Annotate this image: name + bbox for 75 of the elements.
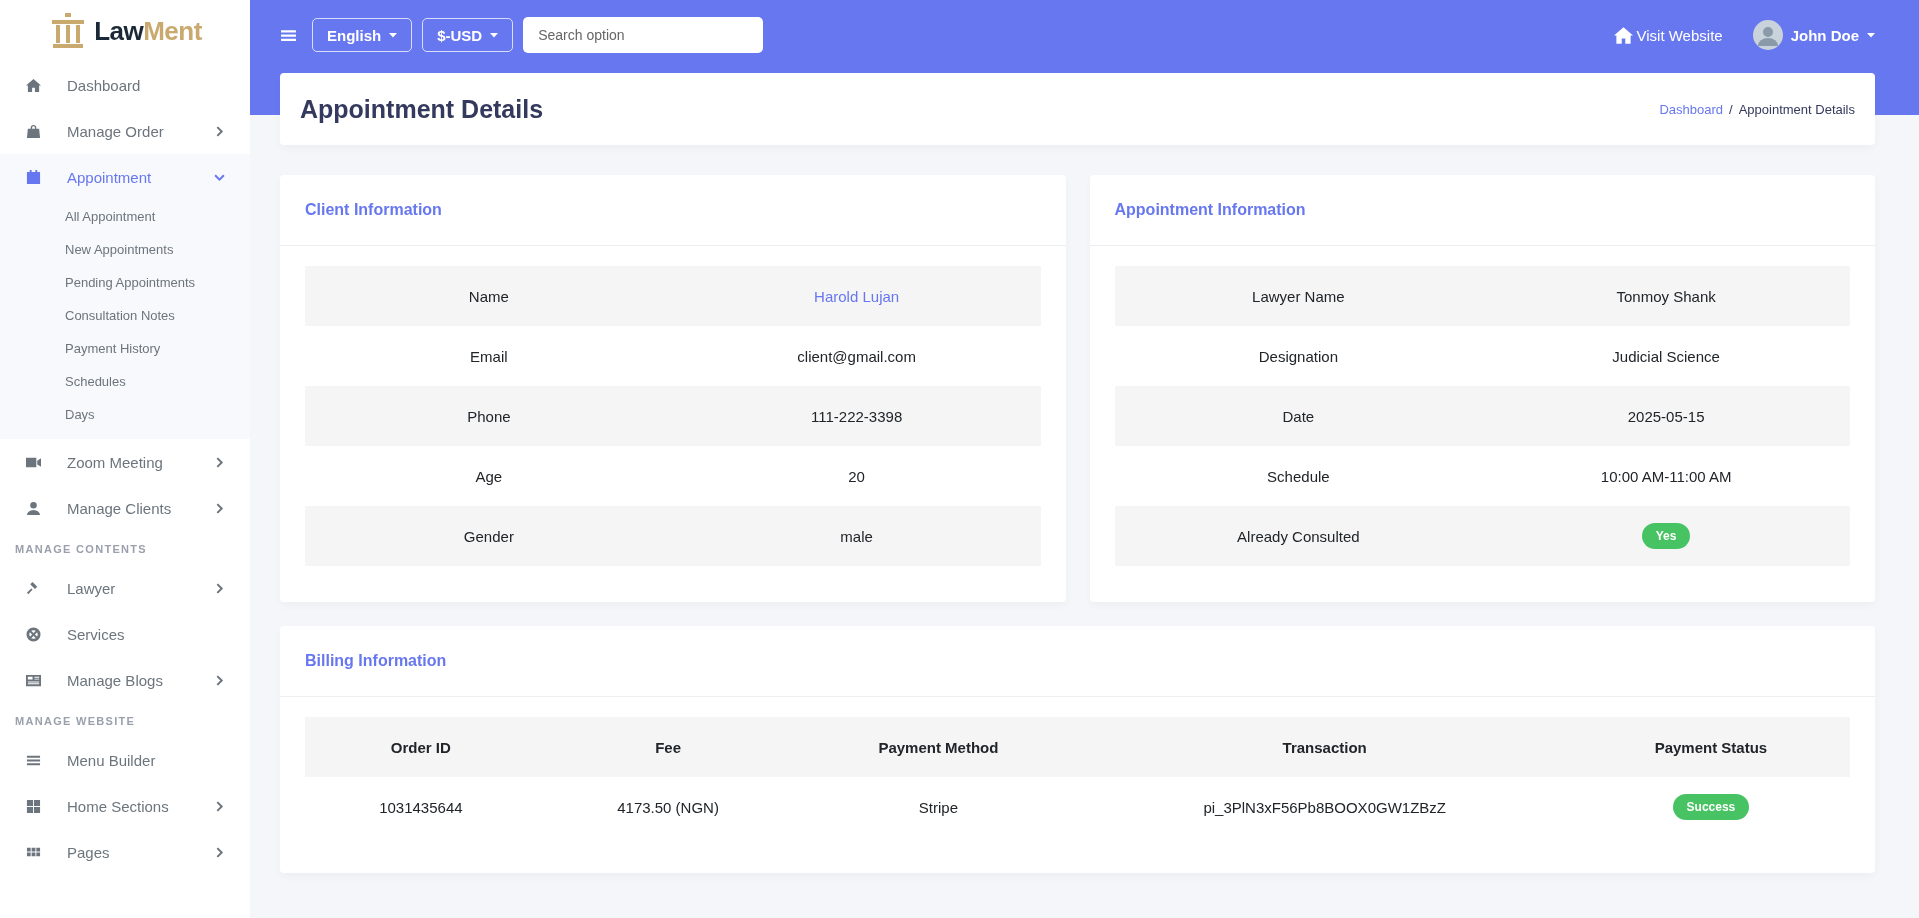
column-header: Transaction — [1281, 738, 1368, 756]
nav-item[interactable]: Dashboard — [0, 62, 250, 108]
breadcrumb-separator: / — [1729, 101, 1733, 117]
avatar-icon — [1752, 20, 1783, 50]
submenu-item[interactable]: Pending Appointments — [0, 266, 250, 299]
submenu-item[interactable]: Payment History — [0, 332, 250, 365]
caret-down-icon — [389, 32, 398, 38]
column-header: Fee — [654, 738, 682, 756]
table-cell-text: Stripe — [917, 798, 960, 816]
breadcrumb-current: Appointment Details — [1738, 101, 1855, 117]
user-menu[interactable]: John Doe — [1752, 18, 1875, 52]
field-label: Age — [474, 467, 504, 485]
caret-down-icon — [490, 32, 499, 38]
card-title: Appointment Information — [1114, 201, 1306, 219]
nav-item[interactable]: Pages — [0, 829, 250, 875]
breadcrumb-link[interactable]: Dashboard — [1659, 101, 1724, 117]
status-badge: Success — [1672, 794, 1750, 820]
nav-item[interactable]: Manage Order — [0, 108, 250, 154]
card-title: Client Information — [305, 201, 442, 219]
language-dropdown[interactable]: English — [312, 18, 413, 52]
caret-down-icon — [1867, 32, 1875, 38]
field-label: Phone — [466, 407, 512, 425]
field-label: Schedule — [1266, 467, 1331, 485]
search-field[interactable]: Search option — [523, 17, 764, 53]
newspaper-icon — [26, 672, 41, 688]
home-icon — [1613, 25, 1633, 45]
field-label: Date — [1281, 407, 1316, 425]
nav-item[interactable]: Zoom Meeting — [0, 439, 250, 485]
field-value: male — [839, 527, 874, 545]
table-cell-text: 1031435644 — [378, 798, 464, 816]
home-icon — [26, 77, 41, 93]
currency-dropdown[interactable]: $-USD — [422, 18, 514, 52]
nav-item[interactable]: Lawyer — [0, 565, 250, 611]
nav-item[interactable]: Manage Blogs — [0, 657, 250, 703]
table-cell-text: 4173.50 (NGN) — [616, 798, 720, 816]
lifebuoy-icon — [26, 626, 41, 642]
card-title: Billing Information — [305, 652, 447, 670]
nav-item[interactable]: Services — [0, 611, 250, 657]
field-label: Email — [469, 347, 509, 365]
bag-icon — [26, 123, 41, 139]
column-header: Order ID — [389, 738, 452, 756]
status-badge: Yes — [1641, 523, 1691, 549]
field-value: 2025-05-15 — [1626, 407, 1706, 425]
field-value: 10:00 AM-11:00 AM — [1599, 467, 1733, 485]
calendar-icon — [26, 169, 41, 185]
client-name-link[interactable]: Harold Lujan — [814, 287, 900, 305]
nav-item[interactable]: Menu Builder — [0, 737, 250, 783]
nav-item[interactable]: Manage Clients — [0, 485, 250, 531]
field-value: Tonmoy Shank — [1615, 287, 1717, 305]
field-label: Name — [467, 287, 510, 305]
submenu-item[interactable]: Consultation Notes — [0, 299, 250, 332]
field-value: Judicial Science — [1611, 347, 1721, 365]
logo-text: LawMent — [94, 15, 202, 47]
field-label: Designation — [1257, 347, 1339, 365]
section-heading: MANAGE CONTENTS — [14, 542, 148, 557]
field-value: 111-222-3398 — [810, 407, 904, 425]
nav-item[interactable]: Home Sections — [0, 783, 250, 829]
field-value: client@gmail.com — [796, 347, 917, 365]
field-value: 20 — [847, 467, 866, 485]
field-label: Lawyer Name — [1251, 287, 1346, 305]
field-label: Already Consulted — [1236, 527, 1361, 545]
page-title: Appointment Details — [300, 94, 545, 124]
submenu-item[interactable]: New Appointments — [0, 233, 250, 266]
section-heading: MANAGE WEBSITE — [14, 714, 137, 729]
field-label: Gender — [462, 527, 515, 545]
grid-icon — [26, 798, 41, 814]
submenu-item[interactable]: Schedules — [0, 365, 250, 398]
submenu-item[interactable]: Days — [0, 398, 250, 431]
user-icon — [26, 500, 41, 516]
table-cell-text: pi_3PlN3xF56Pb8BOOX0GW1ZBzZ — [1202, 798, 1447, 816]
nav-item[interactable]: Appointment — [0, 154, 250, 200]
column-header: Payment Status — [1653, 738, 1769, 756]
visit-website-link[interactable]: Visit Website — [1613, 25, 1723, 45]
column-header: Payment Method — [877, 738, 1000, 756]
submenu-item[interactable]: All Appointment — [0, 200, 250, 233]
